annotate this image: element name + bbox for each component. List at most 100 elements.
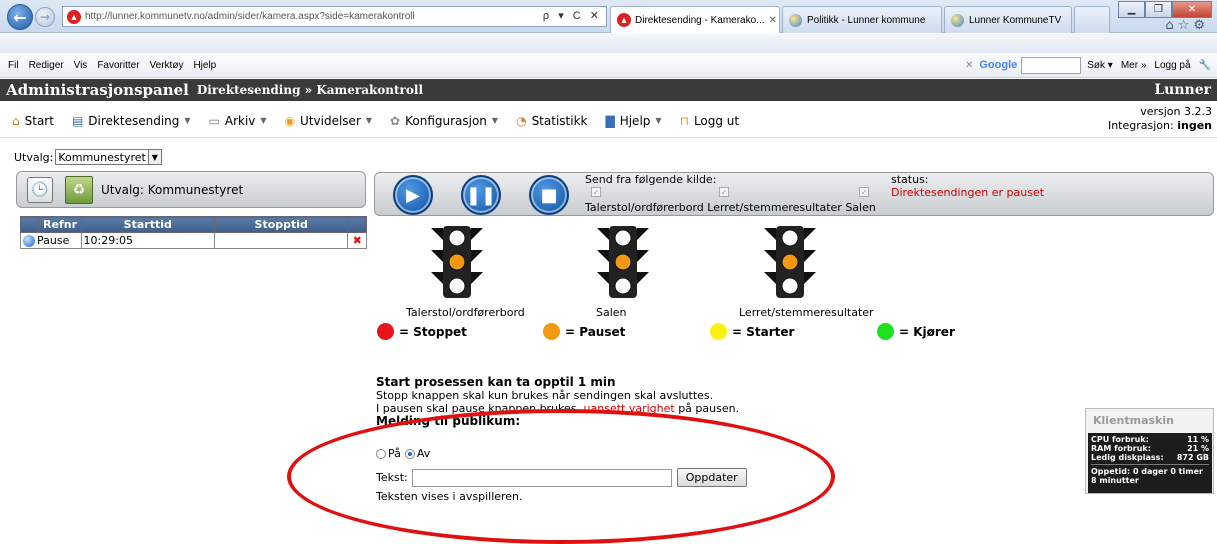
gear-icon[interactable]: ⚙ bbox=[1193, 18, 1209, 33]
tab-kommunetv[interactable]: Lunner KommuneTV bbox=[944, 6, 1072, 33]
extensions-icon: ◉ bbox=[284, 113, 296, 128]
google-toolbar: ✕ Google Søk ▾ Mer » Logg på 🔧 bbox=[965, 56, 1217, 74]
toolbar-icons: ⌂☆⚙ bbox=[1165, 18, 1209, 33]
status-dot-icon bbox=[710, 323, 727, 340]
widget-body: CPU forbruk: 11 % RAM forbruk: 21 % Ledig … bbox=[1088, 433, 1212, 493]
filter-select[interactable]: Kommunestyret ▼ bbox=[55, 149, 162, 165]
delete-icon[interactable]: ✖ bbox=[347, 232, 367, 249]
browser-menu-bar: Fil Rediger Vis Favoritter Verktøy Hjelp… bbox=[0, 53, 1217, 78]
menu-item-hjelp[interactable]: ▇ Hjelp ▼ bbox=[605, 114, 661, 128]
play-button[interactable]: ▶ bbox=[393, 175, 433, 215]
address-url[interactable]: http://lunner.kommunetv.no/admin/sider/k… bbox=[85, 11, 415, 22]
table-header-blank bbox=[347, 216, 367, 233]
version-text: versjon 3.2.3 bbox=[1140, 105, 1212, 118]
recycle-bin-icon[interactable]: ♻ bbox=[65, 175, 93, 204]
more-button[interactable]: Mer » bbox=[1121, 60, 1147, 71]
source-checkbox-salen[interactable]: ✓ bbox=[859, 187, 869, 197]
stat-row: RAM forbruk: 21 % bbox=[1091, 444, 1209, 453]
cell-stop bbox=[214, 232, 349, 249]
menu-item-statistikk[interactable]: ◔ Statistikk bbox=[516, 114, 587, 128]
site-favicon-icon: ▲ bbox=[67, 9, 81, 24]
broadcast-control-bar: ▶ ❚❚ ■ Send fra følgende kilde: ✓ ✓ ✓ Ta… bbox=[374, 172, 1214, 216]
forward-icon[interactable]: → bbox=[35, 7, 55, 27]
menu-item-label: Konfigurasjon bbox=[405, 113, 487, 128]
table-header-refnr[interactable]: Refnr bbox=[38, 216, 82, 233]
traffic-light-icon bbox=[597, 226, 649, 298]
menu-item-utvidelser[interactable]: ◉ Utvidelser ▼ bbox=[285, 114, 372, 128]
menu-fil[interactable]: Fil bbox=[8, 60, 19, 71]
menu-rediger[interactable]: Rediger bbox=[29, 60, 64, 71]
legend-item: = Starter bbox=[710, 323, 794, 340]
org-name: Lunner bbox=[1154, 82, 1211, 98]
tab-label: Direktesending - Kamerako... bbox=[635, 14, 765, 26]
stat-label: Ledig diskplass: bbox=[1091, 453, 1164, 462]
close-window-icon[interactable]: ✕ bbox=[1172, 1, 1212, 18]
info-heading: Start prosessen kan ta opptil 1 min bbox=[376, 375, 616, 389]
info-line-1: Stopp knappen skal kun brukes når sendin… bbox=[376, 389, 714, 402]
legend-label: = Starter bbox=[732, 324, 795, 339]
traffic-light-icon bbox=[431, 226, 483, 298]
google-search-input[interactable] bbox=[1021, 56, 1082, 74]
stat-value: 872 GB bbox=[1176, 453, 1209, 462]
menu-item-logg-ut[interactable]: ⊓ Logg ut bbox=[680, 114, 740, 128]
minimize-icon[interactable]: ▁ bbox=[1118, 1, 1145, 18]
table-header-blank bbox=[19, 216, 40, 233]
legend-label: = Pauset bbox=[565, 324, 626, 339]
address-tools[interactable]: ρ ▾ C ✕ bbox=[543, 9, 602, 22]
pause-button[interactable]: ❚❚ bbox=[461, 175, 501, 215]
stat-label: CPU forbruk: bbox=[1091, 435, 1149, 444]
menu-item-label: Arkiv bbox=[224, 113, 256, 128]
table-row[interactable]: Pause 10:29:05 ✖ bbox=[20, 232, 367, 249]
wrench-icon[interactable]: 🔧 bbox=[1199, 60, 1211, 71]
source-heading: Send fra følgende kilde: bbox=[585, 173, 717, 186]
menu-verktoy[interactable]: Verktøy bbox=[150, 60, 184, 71]
maximize-icon[interactable]: ❐ bbox=[1145, 1, 1172, 18]
new-tab-button[interactable] bbox=[1074, 6, 1110, 33]
tab-label: Lunner KommuneTV bbox=[969, 14, 1062, 26]
google-logo: Google bbox=[979, 59, 1018, 71]
back-icon[interactable]: ← bbox=[7, 4, 33, 30]
menu-item-start[interactable]: ⌂ Start bbox=[12, 114, 54, 128]
favorites-star-icon[interactable]: ☆ bbox=[1178, 18, 1194, 33]
login-button[interactable]: Logg på bbox=[1154, 60, 1190, 71]
address-bar[interactable]: ▲ http://lunner.kommunetv.no/admin/sider… bbox=[62, 6, 607, 27]
close-toolbar-icon[interactable]: ✕ bbox=[965, 60, 973, 71]
gear-icon: ✿ bbox=[390, 113, 401, 128]
source-checkbox-talerstol[interactable]: ✓ bbox=[591, 187, 601, 197]
ie-favicon-icon bbox=[789, 13, 802, 27]
app-header: Administrasjonspanel Direktesending » Ka… bbox=[0, 79, 1217, 101]
home-icon[interactable]: ⌂ bbox=[1165, 18, 1177, 33]
breadcrumb: Direktesending » Kamerakontroll bbox=[196, 83, 424, 97]
divider bbox=[1091, 464, 1209, 465]
tab-direktesending[interactable]: ▲ Direktesending - Kamerako... ✕ bbox=[610, 6, 780, 33]
help-icon: ▇ bbox=[605, 113, 615, 128]
tab-politikk[interactable]: Politikk - Lunner kommune bbox=[782, 6, 942, 33]
source-checkbox-lerret[interactable]: ✓ bbox=[719, 187, 729, 197]
menu-item-arkiv[interactable]: ▭ Arkiv ▼ bbox=[209, 114, 267, 128]
stat-label: RAM forbruk: bbox=[1091, 444, 1151, 453]
cell-start: 10:29:05 bbox=[80, 232, 216, 249]
google-search-button[interactable]: Søk ▾ bbox=[1087, 60, 1113, 71]
source-label: Lerret/stemmeresultater bbox=[739, 306, 874, 319]
clock-icon[interactable]: 🕒 bbox=[27, 176, 53, 203]
menu-item-label: Utvidelser bbox=[300, 113, 361, 128]
legend-label: = Stoppet bbox=[399, 324, 467, 339]
menu-item-konfigurasjon[interactable]: ✿ Konfigurasjon ▼ bbox=[390, 114, 498, 128]
app-title: Administrasjonspanel bbox=[6, 81, 189, 99]
chevron-down-icon: ▼ bbox=[260, 116, 267, 125]
menu-item-direktesending[interactable]: ▤ Direktesending ▼ bbox=[72, 114, 191, 128]
version-info: versjon 3.2.3 Integrasjon: ingen bbox=[1108, 105, 1212, 133]
menu-favoritter[interactable]: Favoritter bbox=[97, 60, 139, 71]
close-icon[interactable]: ✕ bbox=[765, 15, 777, 26]
table-header-stopptid[interactable]: Stopptid bbox=[214, 216, 349, 233]
chevron-down-icon[interactable]: ▼ bbox=[147, 150, 161, 164]
cell-refnr: Pause bbox=[20, 232, 82, 249]
table-header-starttid[interactable]: Starttid bbox=[80, 216, 216, 233]
status-dot-icon bbox=[877, 323, 894, 340]
menu-vis[interactable]: Vis bbox=[74, 60, 88, 71]
menu-hjelp[interactable]: Hjelp bbox=[193, 60, 216, 71]
stat-value: 11 % bbox=[1187, 435, 1209, 444]
status-value: Direktesendingen er pauset bbox=[891, 186, 1045, 199]
uptime-text: Oppetid: 0 dager 0 timer 8 minutter bbox=[1091, 467, 1203, 485]
stop-button[interactable]: ■ bbox=[529, 175, 569, 215]
